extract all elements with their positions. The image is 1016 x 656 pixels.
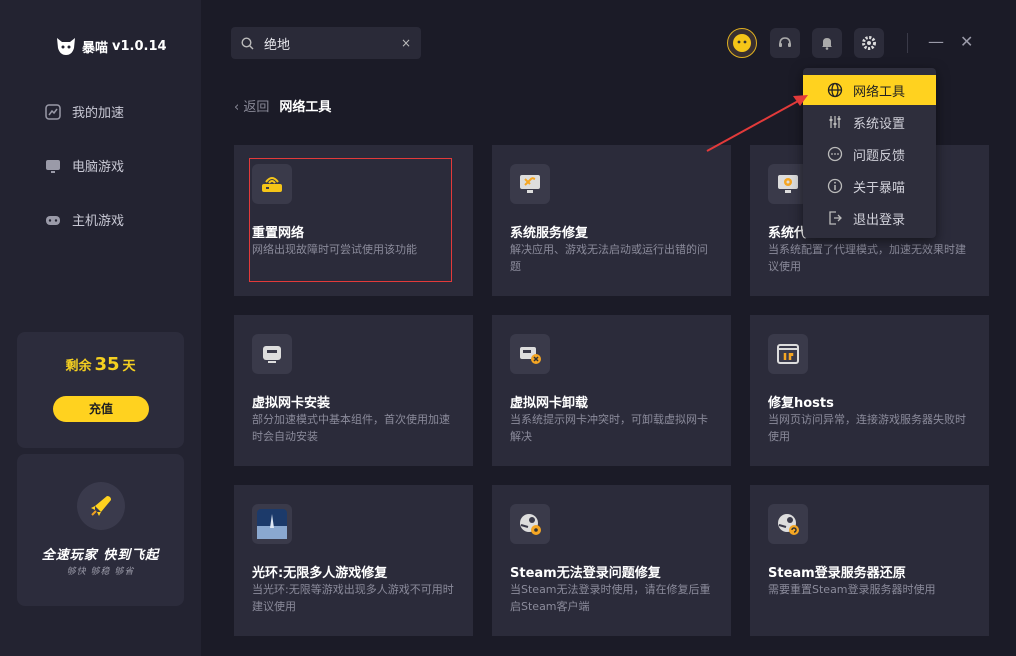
tool-title: 系统服务修复 <box>510 226 589 241</box>
tool-description: 需要重置Steam登录服务器时使用 <box>768 583 936 596</box>
page-title: 网络工具 <box>279 100 332 115</box>
clear-icon[interactable]: × <box>401 36 411 50</box>
menu-item-network-tools[interactable]: 网络工具 <box>803 75 936 105</box>
rocket-icon <box>77 482 125 530</box>
customer-service-button[interactable] <box>770 28 800 58</box>
sidebar-item-label: 我的加速 <box>72 106 125 121</box>
balance-suffix: 天 <box>122 359 136 374</box>
tool-description: 部分加速模式中基本组件，首次使用加速时会自动安装 <box>252 413 450 443</box>
speed-icon <box>45 103 61 120</box>
promo-card: 全速玩家 快到飞起 够快 够稳 够省 <box>17 454 184 606</box>
sidebar-item-console-games[interactable]: 主机游戏 <box>44 210 124 229</box>
sidebar-item-pc-games[interactable]: 电脑游戏 <box>44 156 124 175</box>
days-count: 35 <box>94 354 120 375</box>
tool-title: Steam无法登录问题修复 <box>510 566 661 581</box>
network-card-remove-icon <box>510 334 550 374</box>
user-avatar[interactable] <box>727 28 757 58</box>
divider <box>907 33 908 53</box>
notifications-button[interactable] <box>812 28 842 58</box>
back-link[interactable]: ‹ 返回 <box>234 96 269 115</box>
gear-icon <box>862 36 876 50</box>
remaining-days: 剩余 35 天 <box>17 354 184 375</box>
bell-icon <box>822 38 832 50</box>
globe-icon <box>827 82 843 98</box>
sidebar: 暴喵 v1.0.14 我的加速 电脑游戏 主机游戏 剩余 35 天 充值 全速玩家 … <box>0 0 201 656</box>
sidebar-item-label: 主机游戏 <box>72 214 125 229</box>
tool-title: 虚拟网卡卸载 <box>510 396 589 411</box>
back-label: 返回 <box>243 100 270 115</box>
menu-item-label: 关于暴喵 <box>853 180 906 196</box>
menu-item-logout[interactable]: 退出登录 <box>803 203 936 233</box>
headset-icon <box>779 37 791 47</box>
gamepad-icon <box>46 215 60 225</box>
tool-card[interactable]: 虚拟网卡安装部分加速模式中基本组件，首次使用加速时会自动安装 <box>234 315 473 466</box>
tool-title: 光环:无限多人游戏修复 <box>252 566 388 581</box>
tool-card[interactable]: Steam无法登录问题修复当Steam无法登录时使用，请在修复后重启Steam客… <box>492 485 731 636</box>
recharge-button[interactable]: 充值 <box>53 396 149 422</box>
search-icon <box>241 36 254 49</box>
minimize-button[interactable]: — <box>928 32 944 51</box>
tool-description: 当Steam无法登录时使用，请在修复后重启Steam客户端 <box>510 583 711 613</box>
search-box[interactable]: 绝地 × <box>231 27 421 59</box>
system-repair-icon <box>510 164 550 204</box>
balance-prefix: 剩余 <box>65 359 92 374</box>
app-version: v1.0.14 <box>112 38 167 54</box>
cat-logo-icon <box>57 38 75 55</box>
menu-item-label: 问题反馈 <box>853 148 906 164</box>
menu-item-feedback[interactable]: 问题反馈 <box>803 139 936 169</box>
menu-item-system-settings[interactable]: 系统设置 <box>803 107 936 137</box>
tool-title: 修复hosts <box>768 396 834 411</box>
chat-icon <box>827 146 843 162</box>
breadcrumb: ‹ 返回 网络工具 <box>234 96 331 115</box>
search-input[interactable]: 绝地 <box>264 34 391 53</box>
balance-card: 剩余 35 天 充值 <box>17 332 184 448</box>
tool-card[interactable]: Steam登录服务器还原需要重置Steam登录服务器时使用 <box>750 485 989 636</box>
tool-title: 虚拟网卡安装 <box>252 396 331 411</box>
logout-icon <box>829 211 842 225</box>
tool-description: 当系统提示网卡冲突时，可卸载虚拟网卡解决 <box>510 413 708 443</box>
tool-description: 当系统配置了代理模式，加速无效果时建议使用 <box>768 243 966 273</box>
halo-game-icon <box>252 504 292 544</box>
avatar-cat-icon <box>733 34 751 52</box>
sidebar-item-my-acceleration[interactable]: 我的加速 <box>44 102 124 121</box>
sliders-icon <box>829 116 841 128</box>
promo-title: 全速玩家 快到飞起 <box>41 548 160 563</box>
tool-card[interactable]: 虚拟网卡卸载当系统提示网卡冲突时，可卸载虚拟网卡解决 <box>492 315 731 466</box>
steam-repair-icon <box>510 504 550 544</box>
tool-card[interactable]: 修复hosts 当网页访问异常，连接游戏服务器失败时使用 <box>750 315 989 466</box>
settings-dropdown-menu: 网络工具 系统设置 问题反馈 关于暴喵 退出登录 <box>803 68 936 238</box>
sidebar-item-label: 电脑游戏 <box>72 160 125 175</box>
network-card-icon <box>252 334 292 374</box>
tool-card[interactable]: 系统服务修复解决应用、游戏无法启动或运行出错的问题 <box>492 145 731 296</box>
tool-title: 系统代 <box>768 226 808 241</box>
system-proxy-icon <box>768 164 808 204</box>
info-icon <box>827 178 843 194</box>
menu-item-label: 退出登录 <box>853 212 906 228</box>
menu-item-about[interactable]: 关于暴喵 <box>803 171 936 201</box>
close-button[interactable]: ✕ <box>960 32 973 51</box>
menu-item-label: 系统设置 <box>853 116 906 132</box>
monitor-icon <box>46 159 60 173</box>
highlight-box <box>249 158 452 282</box>
tool-description: 当光环:无限等游戏出现多人游戏不可用时建议使用 <box>252 583 454 613</box>
settings-button[interactable] <box>854 28 884 58</box>
tool-card[interactable]: 光环:无限多人游戏修复当光环:无限等游戏出现多人游戏不可用时建议使用 <box>234 485 473 636</box>
app-logo: 暴喵 v1.0.14 <box>54 34 167 58</box>
hosts-icon <box>768 334 808 374</box>
tool-description: 解决应用、游戏无法启动或运行出错的问题 <box>510 243 708 273</box>
steam-restore-icon <box>768 504 808 544</box>
tool-title: Steam登录服务器还原 <box>768 566 906 581</box>
tool-description: 当网页访问异常，连接游戏服务器失败时使用 <box>768 413 966 443</box>
menu-item-label: 网络工具 <box>853 84 906 100</box>
app-name: 暴喵 <box>82 40 109 56</box>
promo-subtitle: 够快 够稳 够省 <box>66 567 135 577</box>
